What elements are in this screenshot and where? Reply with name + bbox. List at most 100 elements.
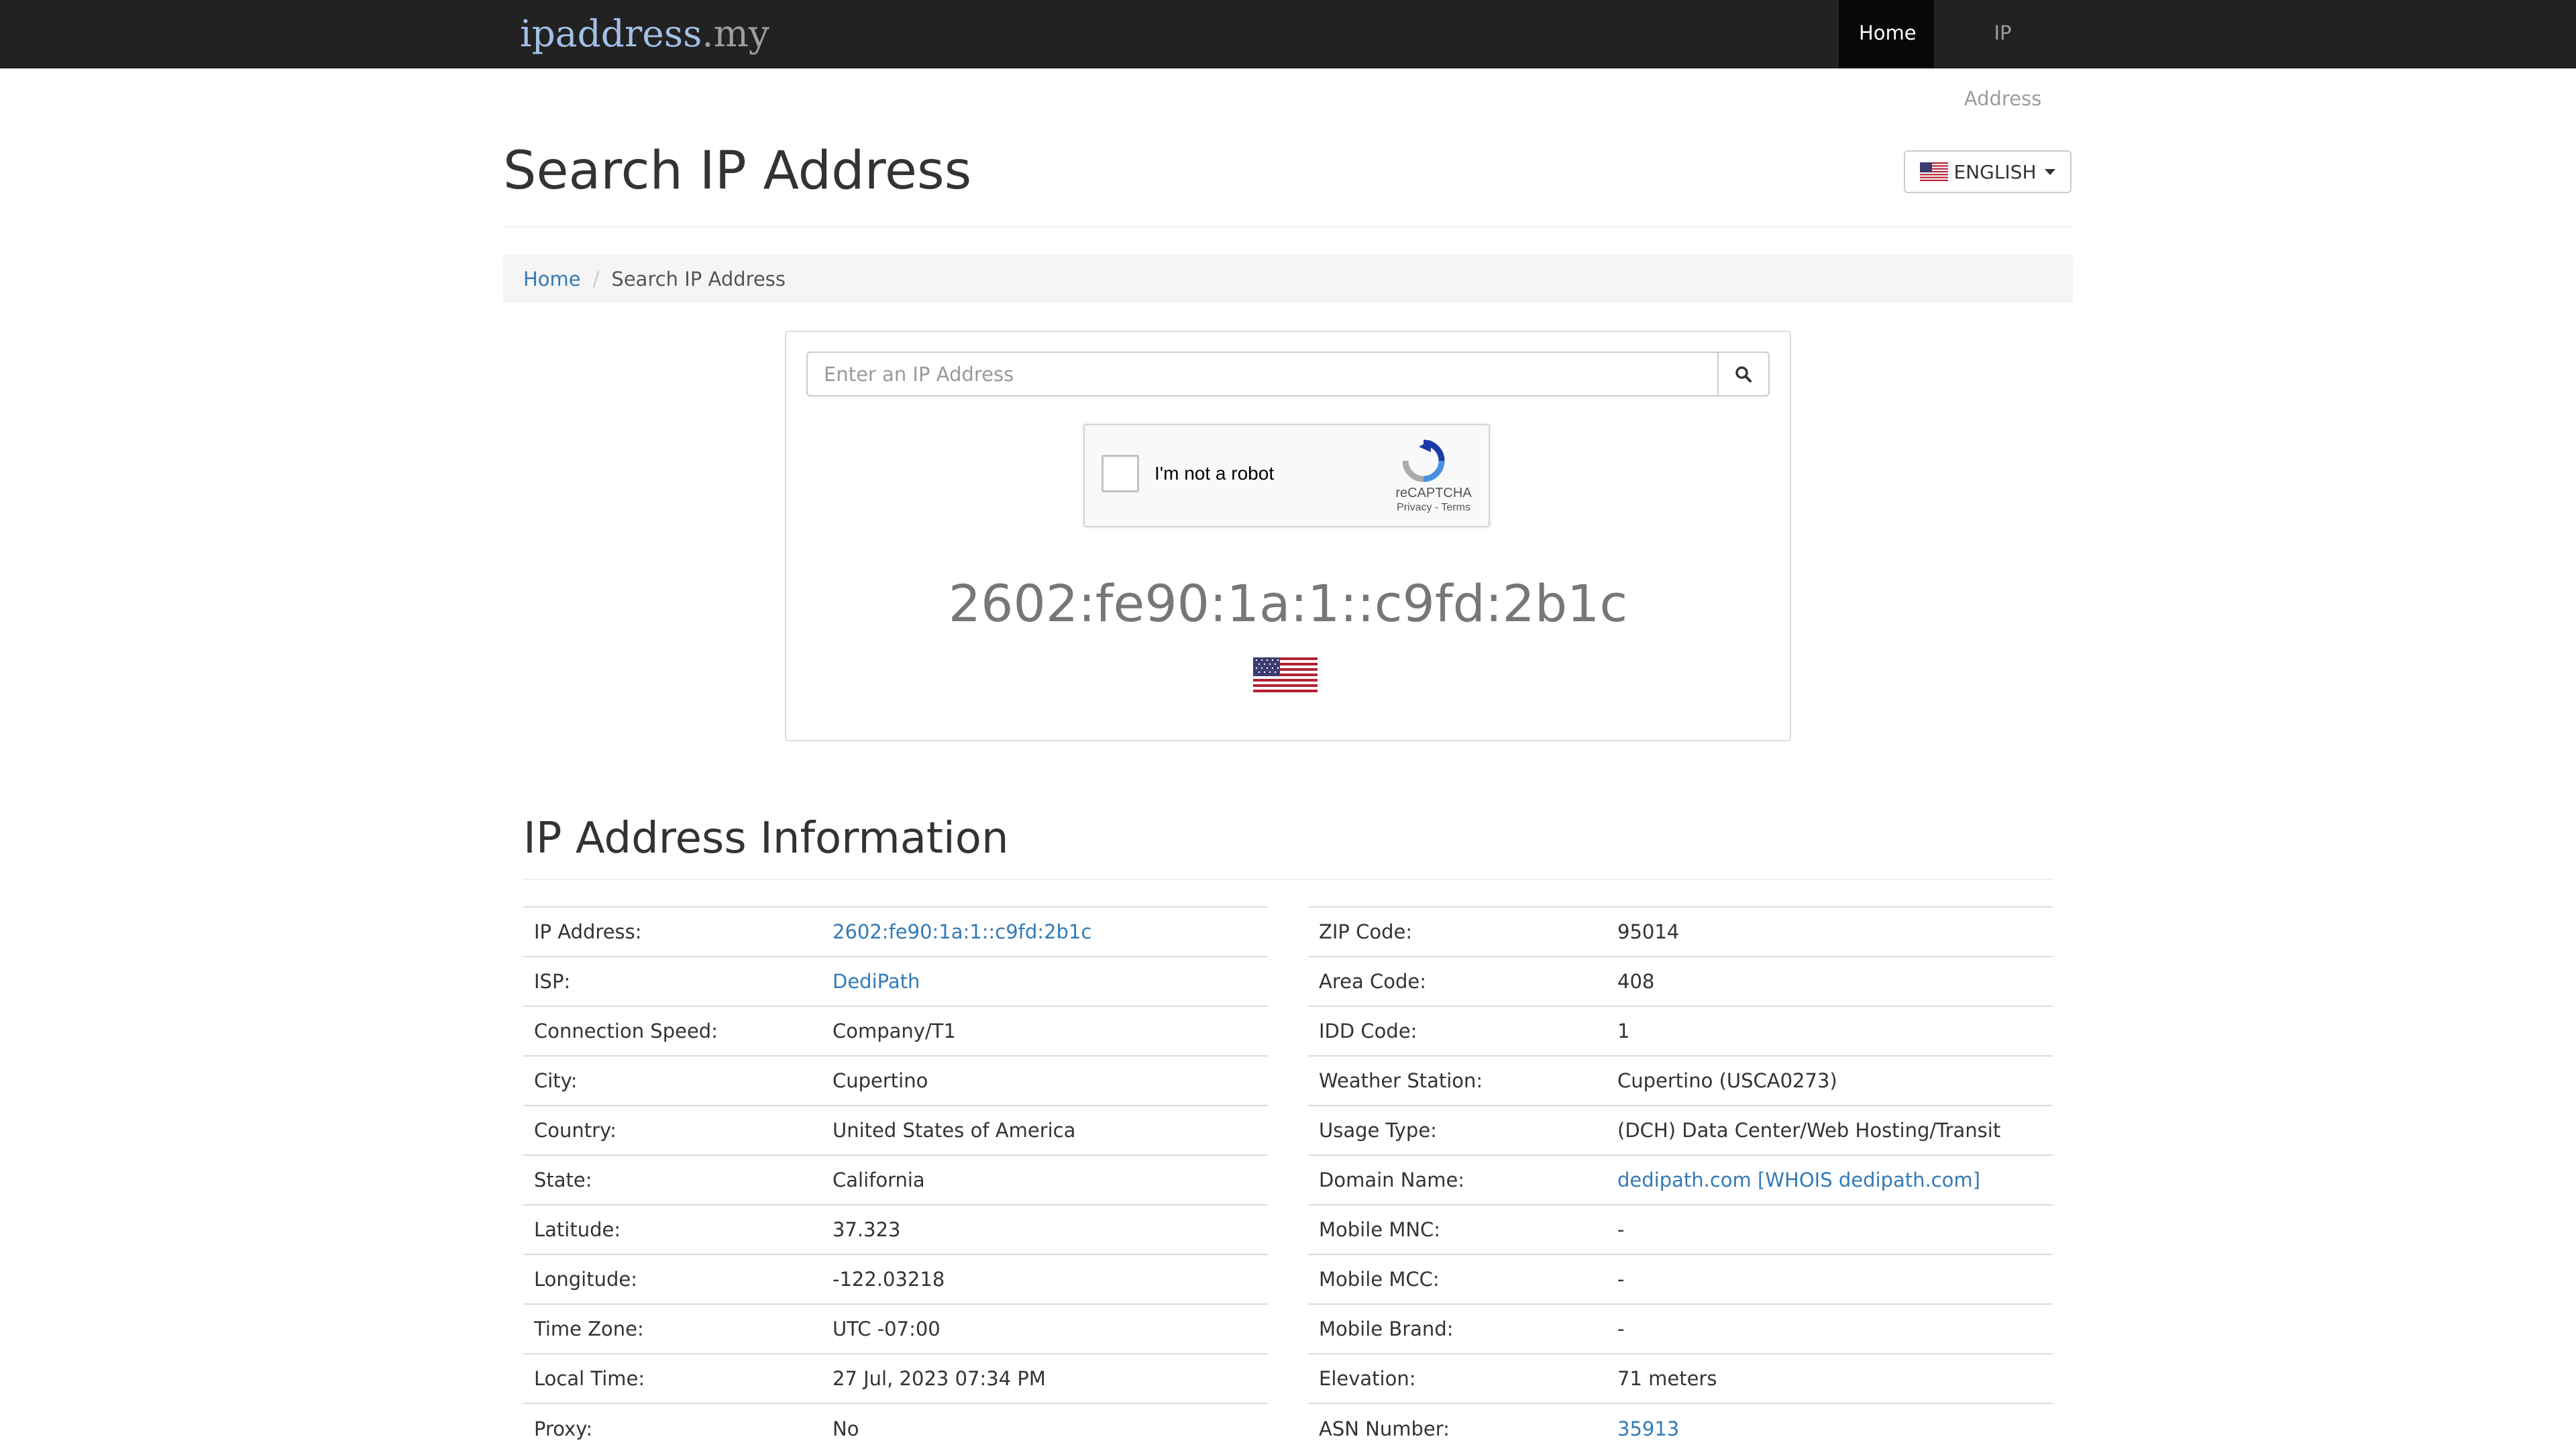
table-row: ZIP Code: 95014 (1308, 906, 2053, 957)
zip-code-value: 95014 (1607, 906, 2053, 957)
us-flag-icon (1920, 162, 1949, 181)
table-row: Proxy: No (523, 1403, 1268, 1453)
asn-number-cell: 35913 (1607, 1403, 2053, 1453)
table-row: Connection Speed: Company/T1 (523, 1006, 1268, 1056)
table-row: Local Time: 27 Jul, 2023 07:34 PM (523, 1353, 1268, 1403)
state-value: California (822, 1154, 1268, 1205)
header-divider (503, 226, 2073, 227)
language-dropdown-button[interactable]: ENGLISH (1904, 150, 2072, 193)
connection-speed-label: Connection Speed: (523, 1006, 822, 1056)
brand-name: ipaddress (520, 12, 702, 55)
asn-number-link[interactable]: 35913 (1617, 1417, 1679, 1440)
asn-number-label: ASN Number: (1308, 1403, 1607, 1453)
recaptcha-label: I'm not a robot (1155, 463, 1275, 484)
breadcrumb-current: Search IP Address (611, 268, 786, 290)
ip-info-table-left: IP Address: 2602:fe90:1a:1::c9fd:2b1cISP:… (523, 906, 1268, 1453)
nav-item-ip-address[interactable]: IP Address (1934, 0, 2072, 110)
country-value: United States of America (822, 1105, 1268, 1155)
zip-code-label: ZIP Code: (1308, 906, 1607, 957)
time-zone-value: UTC -07:00 (822, 1303, 1268, 1354)
state-label: State: (523, 1154, 822, 1205)
mobile-mcc-label: Mobile MCC: (1308, 1254, 1607, 1304)
usage-type-value: (DCH) Data Center/Web Hosting/Transit (1607, 1105, 2053, 1155)
domain-name-link[interactable]: dedipath.com [WHOIS dedipath.com] (1617, 1169, 1980, 1191)
table-row: IP Address: 2602:fe90:1a:1::c9fd:2b1c (523, 906, 1268, 957)
local-time-label: Local Time: (523, 1353, 822, 1403)
weather-station-value: Cupertino (USCA0273) (1607, 1055, 2053, 1106)
nav-item-home[interactable]: Home (1839, 0, 1934, 68)
search-button[interactable] (1717, 352, 1770, 396)
top-navbar: ipaddress.my Home IP Address (0, 0, 2576, 110)
table-row: ISP: DediPath (523, 956, 1268, 1006)
table-row: Mobile MCC: - (1308, 1254, 2053, 1304)
weather-station-label: Weather Station: (1308, 1055, 1607, 1106)
elevation-label: Elevation: (1308, 1353, 1607, 1403)
recaptcha-logo-icon (1402, 439, 1445, 482)
time-zone-label: Time Zone: (523, 1303, 822, 1354)
mobile-mcc-value: - (1607, 1254, 2053, 1304)
table-row: IDD Code: 1 (1308, 1006, 2053, 1056)
table-row: Country: United States of America (523, 1105, 1268, 1155)
latitude-value: 37.323 (822, 1204, 1268, 1254)
usage-type-label: Usage Type: (1308, 1105, 1607, 1155)
table-row: Mobile MNC: - (1308, 1204, 2053, 1254)
isp-cell: DediPath (822, 956, 1268, 1006)
ip-search-input[interactable] (806, 352, 1719, 396)
table-row: ASN Number: 35913 (1308, 1403, 2053, 1453)
proxy-label: Proxy: (523, 1403, 822, 1453)
area-code-label: Area Code: (1308, 956, 1607, 1006)
domain-name-cell: dedipath.com [WHOIS dedipath.com] (1607, 1154, 2053, 1205)
page-title: Search IP Address (503, 141, 972, 201)
table-row: Longitude: -122.03218 (523, 1254, 1268, 1304)
ip-address-cell: 2602:fe90:1a:1::c9fd:2b1c (822, 906, 1268, 957)
proxy-value: No (822, 1403, 1268, 1453)
search-icon (1735, 366, 1752, 382)
mobile-brand-value: - (1607, 1303, 2053, 1354)
domain-name-label: Domain Name: (1308, 1154, 1607, 1205)
searched-ip-address: 2602:fe90:1a:1::c9fd:2b1c (948, 574, 1628, 633)
ip-info-table-right: ZIP Code: 95014 Area Code: 408 IDD Code: 1 Wea… (1308, 906, 2053, 1453)
city-value: Cupertino (822, 1055, 1268, 1106)
local-time-value: 27 Jul, 2023 07:34 PM (822, 1353, 1268, 1403)
section-title: IP Address Information (523, 814, 1009, 863)
connection-speed-value: Company/T1 (822, 1006, 1268, 1056)
table-row: Mobile Brand: - (1308, 1303, 2053, 1354)
breadcrumb: Home / Search IP Address (503, 255, 2073, 303)
recaptcha-widget: I'm not a robot reCAPTCHA Privacy - Term… (1083, 424, 1490, 527)
ip-address-label: IP Address: (523, 906, 822, 957)
section-divider (523, 879, 2053, 880)
mobile-brand-label: Mobile Brand: (1308, 1303, 1607, 1354)
table-row: Time Zone: UTC -07:00 (523, 1303, 1268, 1354)
isp-label: ISP: (523, 956, 822, 1006)
country-label: Country: (523, 1105, 822, 1155)
elevation-value: 71 meters (1607, 1353, 2053, 1403)
breadcrumb-home-link[interactable]: Home (523, 268, 581, 290)
us-flag-icon (1253, 657, 1318, 692)
table-row: Elevation: 71 meters (1308, 1353, 2053, 1403)
table-row: Usage Type: (DCH) Data Center/Web Hosting… (1308, 1105, 2053, 1155)
table-row: Domain Name: dedipath.com [WHOIS dedipath… (1308, 1154, 2053, 1205)
area-code-value: 408 (1607, 956, 2053, 1006)
latitude-label: Latitude: (523, 1204, 822, 1254)
mobile-mnc-value: - (1607, 1204, 2053, 1254)
idd-code-label: IDD Code: (1308, 1006, 1607, 1056)
city-label: City: (523, 1055, 822, 1106)
table-row: Area Code: 408 (1308, 956, 2053, 1006)
table-row: State: California (523, 1154, 1268, 1205)
ip-address-link[interactable]: 2602:fe90:1a:1::c9fd:2b1c (833, 920, 1091, 943)
caret-down-icon (2044, 168, 2055, 175)
isp-link[interactable]: DediPath (833, 970, 920, 993)
recaptcha-brand: reCAPTCHA (1395, 486, 1472, 500)
mobile-mnc-label: Mobile MNC: (1308, 1204, 1607, 1254)
language-label: ENGLISH (1953, 160, 2037, 183)
site-logo[interactable]: ipaddress.my (520, 12, 769, 55)
longitude-label: Longitude: (523, 1254, 822, 1304)
idd-code-value: 1 (1607, 1006, 2053, 1056)
longitude-value: -122.03218 (822, 1254, 1268, 1304)
recaptcha-privacy-terms[interactable]: Privacy - Terms (1085, 502, 1487, 514)
table-row: Weather Station: Cupertino (USCA0273) (1308, 1055, 2053, 1106)
table-row: Latitude: 37.323 (523, 1204, 1268, 1254)
breadcrumb-separator: / (592, 268, 600, 290)
brand-tld: .my (702, 12, 770, 55)
table-row: City: Cupertino (523, 1055, 1268, 1106)
